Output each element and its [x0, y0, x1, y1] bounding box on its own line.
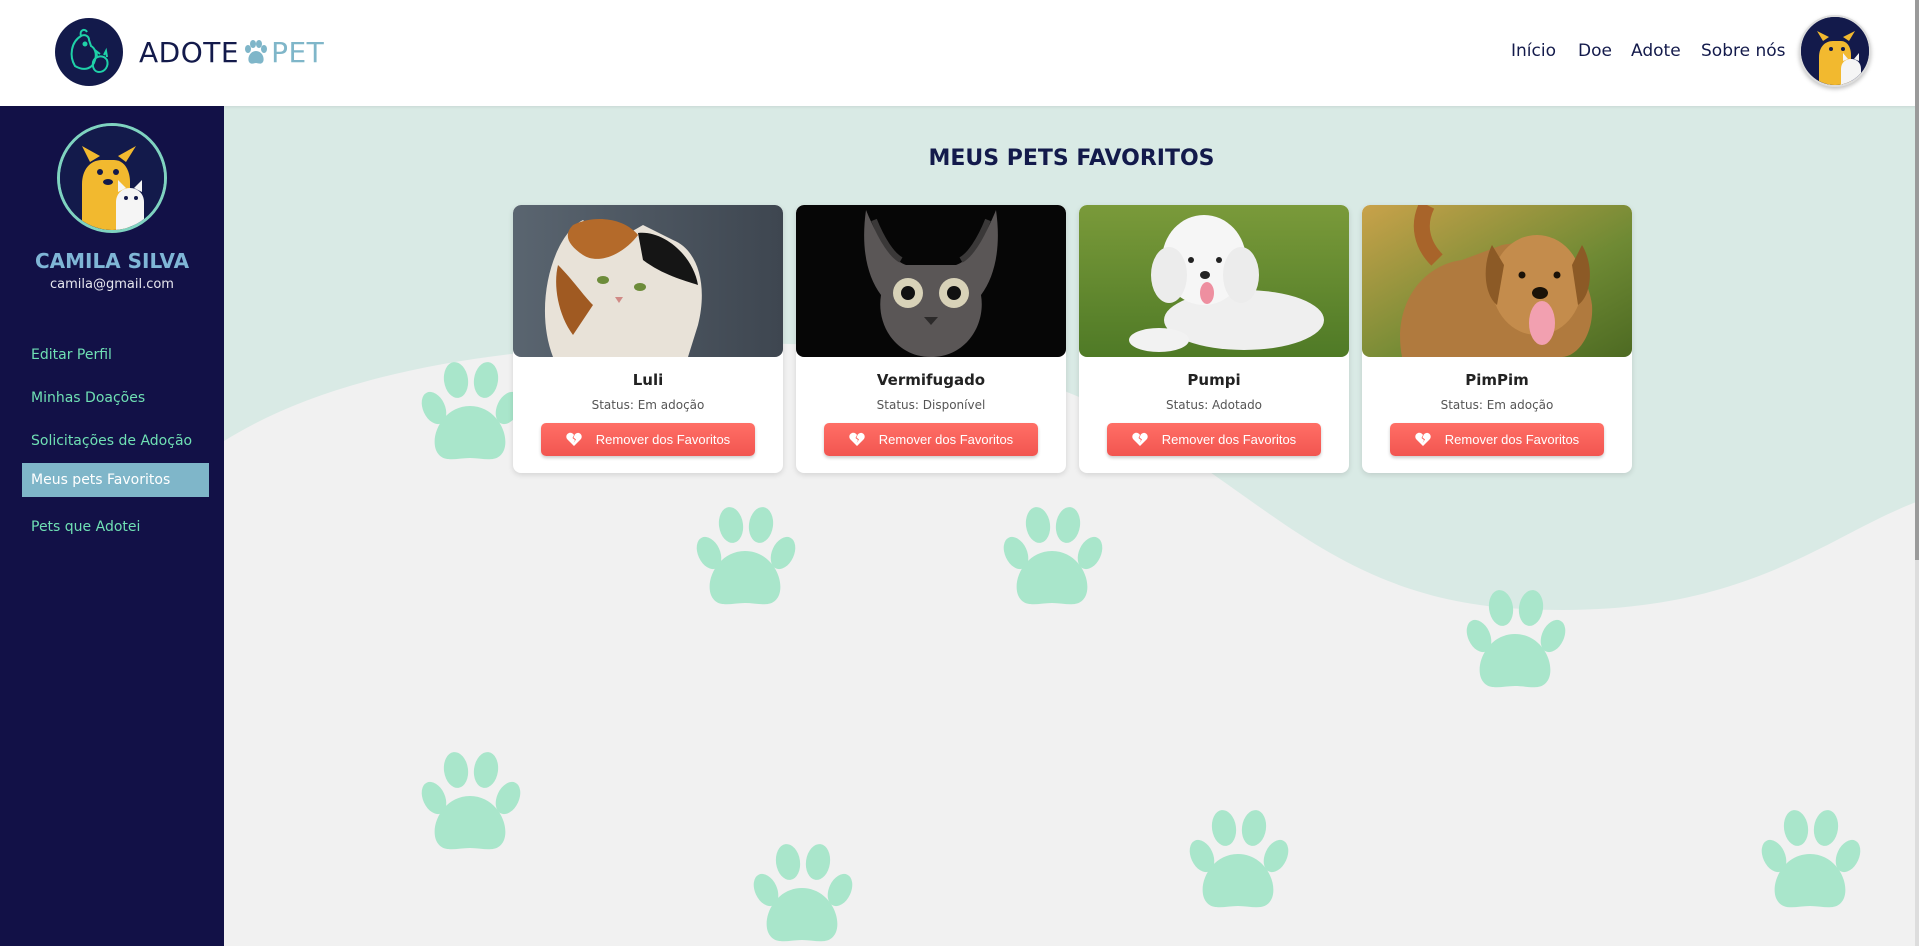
- top-header: ADOTE PET Início Doe Adote Sobre nós: [0, 0, 1919, 106]
- sidebar-item-solicitacoes-adocao[interactable]: Solicitações de Adoção: [22, 424, 209, 458]
- sidebar-item-minhas-doacoes[interactable]: Minhas Doações: [22, 381, 209, 415]
- broken-heart-icon: [1415, 432, 1431, 446]
- pet-status: Status: Disponível: [876, 398, 986, 412]
- nav-inicio[interactable]: Início: [1511, 41, 1556, 61]
- remove-favorite-button[interactable]: Remover dos Favoritos: [541, 423, 755, 456]
- user-email: camila@gmail.com: [50, 277, 174, 292]
- logo-icon[interactable]: [55, 18, 123, 86]
- pet-photo-poodle[interactable]: [1079, 205, 1349, 357]
- page-scrollbar[interactable]: [1915, 0, 1919, 946]
- sidebar-item-pets-que-adotei[interactable]: Pets que Adotei: [22, 510, 209, 544]
- pet-name: Vermifugado: [876, 371, 986, 389]
- remove-favorite-label: Remover dos Favoritos: [1444, 432, 1580, 447]
- pet-photo-cat[interactable]: [513, 205, 783, 357]
- pet-status: Status: Adotado: [1165, 398, 1263, 412]
- brand-text-pet: PET: [271, 36, 325, 69]
- pet-card[interactable]: Luli Status: Em adoção Remover dos Favor…: [513, 205, 783, 473]
- pet-card[interactable]: PimPim Status: Em adoção Remover dos Fav…: [1362, 205, 1632, 473]
- pet-photo-terrier-dog[interactable]: [1362, 205, 1632, 357]
- brand-text-adote: ADOTE: [139, 36, 240, 69]
- broken-heart-icon: [849, 432, 865, 446]
- profile-avatar: [57, 123, 167, 233]
- paw-icon: [245, 39, 268, 64]
- sidebar: CAMILA SILVA camila@gmail.com Editar Per…: [0, 106, 224, 946]
- remove-favorite-label: Remover dos Favoritos: [595, 432, 731, 447]
- nav-doe[interactable]: Doe: [1578, 41, 1612, 61]
- broken-heart-icon: [566, 432, 582, 446]
- pet-photo-sphynx-cat[interactable]: [796, 205, 1066, 357]
- pet-name: Pumpi: [1187, 371, 1241, 389]
- remove-favorite-label: Remover dos Favoritos: [878, 432, 1014, 447]
- pet-card[interactable]: Pumpi Status: Adotado Remover dos Favori…: [1079, 205, 1349, 473]
- pet-card[interactable]: Vermifugado Status: Disponível Remover d…: [796, 205, 1066, 473]
- remove-favorite-button[interactable]: Remover dos Favoritos: [1107, 423, 1321, 456]
- background-wave: [224, 106, 1919, 610]
- broken-heart-icon: [1132, 432, 1148, 446]
- brand-logo[interactable]: ADOTE PET: [139, 36, 324, 69]
- pet-status: Status: Em adoção: [1440, 398, 1554, 412]
- remove-favorite-button[interactable]: Remover dos Favoritos: [824, 423, 1038, 456]
- remove-favorite-label: Remover dos Favoritos: [1161, 432, 1297, 447]
- scrollbar-thumb[interactable]: [1915, 0, 1919, 560]
- remove-favorite-button[interactable]: Remover dos Favoritos: [1390, 423, 1604, 456]
- nav-sobre-nos[interactable]: Sobre nós: [1701, 41, 1786, 61]
- pet-status: Status: Em adoção: [591, 398, 705, 412]
- user-name: CAMILA SILVA: [34, 249, 190, 273]
- sidebar-item-editar-perfil[interactable]: Editar Perfil: [22, 338, 209, 372]
- pet-name: Luli: [632, 371, 664, 389]
- sidebar-item-meus-pets-favoritos[interactable]: Meus pets Favoritos: [22, 463, 209, 497]
- user-avatar[interactable]: [1799, 15, 1871, 87]
- nav-adote[interactable]: Adote: [1631, 41, 1681, 61]
- pet-name: PimPim: [1465, 371, 1529, 389]
- page-title: MEUS PETS FAVORITOS: [928, 146, 1215, 171]
